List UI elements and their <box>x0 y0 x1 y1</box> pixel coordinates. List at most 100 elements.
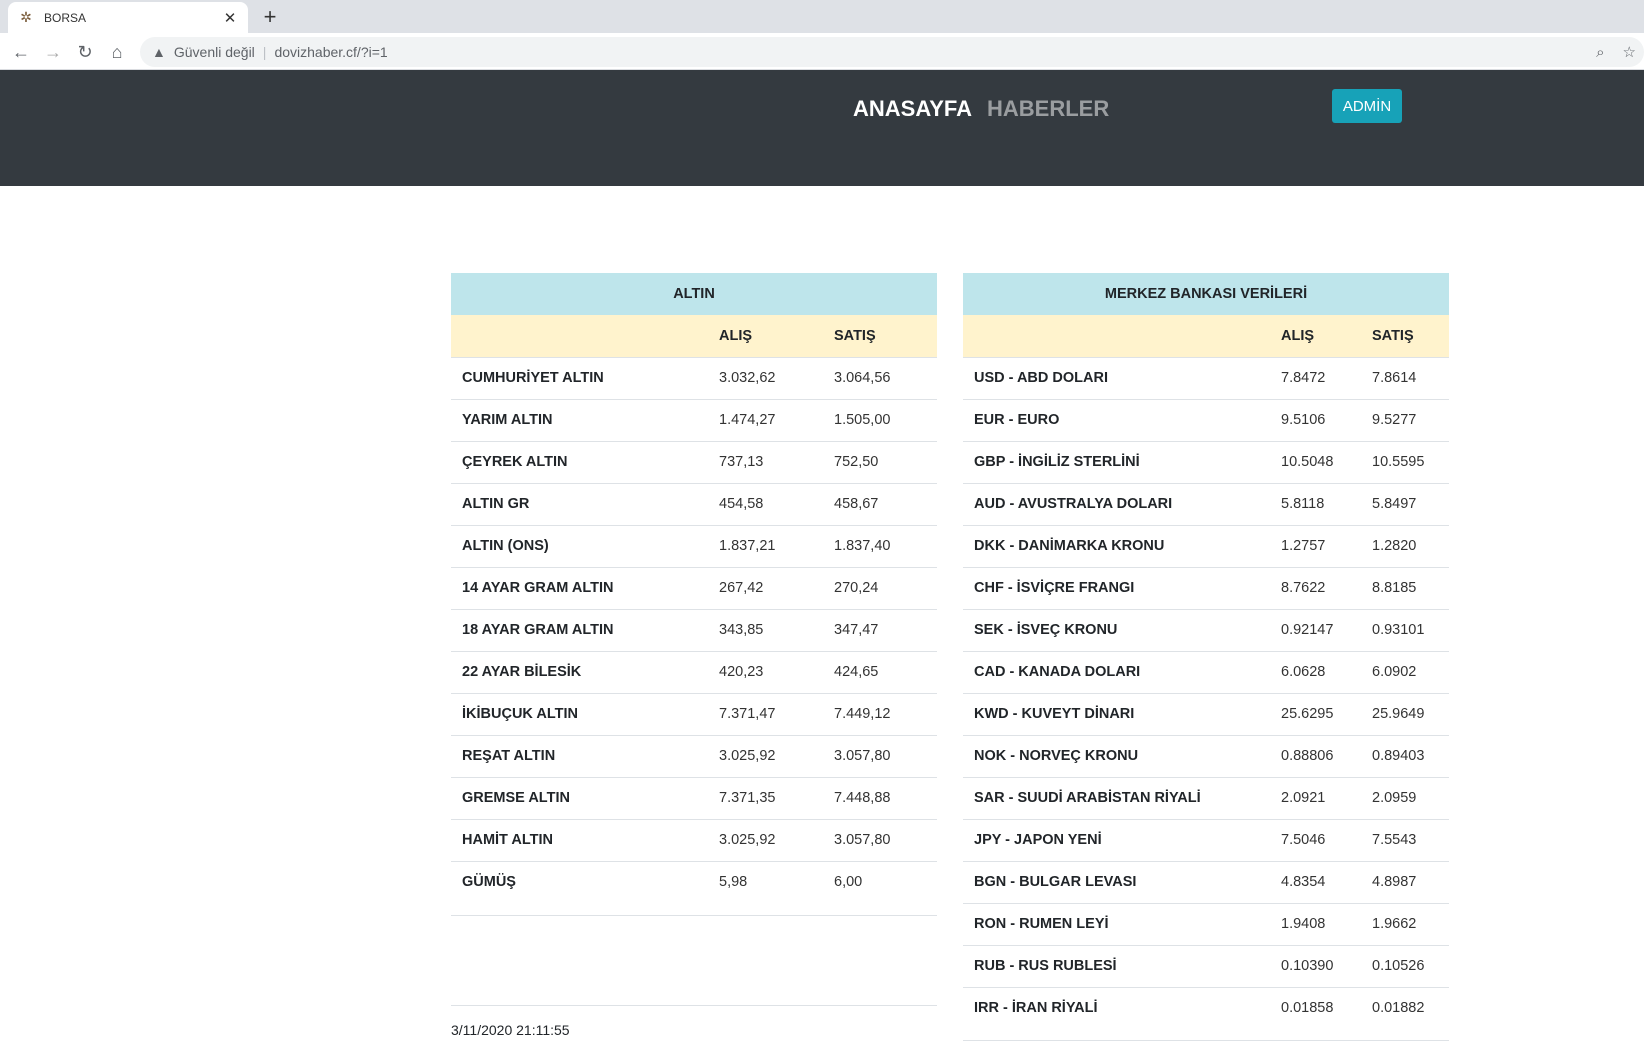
gold-sell-header: SATIŞ <box>823 315 937 357</box>
currency-sell: 10.5595 <box>1361 440 1449 483</box>
gold-sell: 270,24 <box>823 566 937 609</box>
currency-name: IRR - İRAN RİYALİ <box>963 986 1270 1029</box>
currency-sell: 0.93101 <box>1361 608 1449 651</box>
url-text[interactable]: dovizhaber.cf/?i=1 <box>274 44 387 60</box>
currency-name: RUB - RUS RUBLESİ <box>963 944 1270 987</box>
table-row: ÇEYREK ALTIN 737,13 752,50 <box>451 440 937 483</box>
table-row: RON - RUMEN LEYİ 1.9408 1.9662 <box>963 902 1449 945</box>
admin-button[interactable]: ADMİN <box>1332 89 1402 123</box>
table-row: SEK - İSVEÇ KRONU 0.92147 0.93101 <box>963 608 1449 651</box>
currency-buy: 0.10390 <box>1270 944 1361 987</box>
new-tab-button[interactable]: + <box>256 4 284 30</box>
address-bar[interactable]: ▲ Güvenli değil | dovizhaber.cf/?i=1 ⌕ ☆ <box>140 37 1644 67</box>
gold-sell: 7.449,12 <box>823 692 937 735</box>
warning-icon[interactable]: ▲ <box>152 44 166 60</box>
gold-sell: 1.505,00 <box>823 398 937 441</box>
gold-sell: 3.064,56 <box>823 356 937 399</box>
currency-name-header <box>963 315 1270 357</box>
table-row: JPY - JAPON YENİ 7.5046 7.5543 <box>963 818 1449 861</box>
central-bank-panel: MERKEZ BANKASI VERİLERİ ALIŞ SATIŞ USD -… <box>963 273 1449 1029</box>
currency-name: BGN - BULGAR LEVASI <box>963 860 1270 903</box>
browser-tab-strip: ✲ BORSA ✕ + <box>0 0 1644 33</box>
currency-name: AUD - AVUSTRALYA DOLARI <box>963 482 1270 525</box>
currency-sell-header: SATIŞ <box>1361 315 1449 357</box>
gold-name: ALTIN GR <box>451 482 708 525</box>
currency-sell: 8.8185 <box>1361 566 1449 609</box>
table-row: CUMHURİYET ALTIN 3.032,62 3.064,56 <box>451 356 937 399</box>
gold-name: GÜMÜŞ <box>451 860 708 903</box>
nav-news-link[interactable]: HABERLER <box>987 96 1109 122</box>
table-row: GBP - İNGİLİZ STERLİNİ 10.5048 10.5595 <box>963 440 1449 483</box>
currency-buy: 2.0921 <box>1270 776 1361 819</box>
nav-links: ANASAYFA HABERLER <box>853 96 1109 122</box>
browser-tab[interactable]: ✲ BORSA ✕ <box>8 2 248 33</box>
currency-buy: 8.7622 <box>1270 566 1361 609</box>
table-row: GÜMÜŞ 5,98 6,00 <box>451 860 937 903</box>
close-icon[interactable]: ✕ <box>222 9 238 27</box>
update-timestamp: 3/11/2020 21:11:55 <box>451 1022 570 1038</box>
table-row: USD - ABD DOLARI 7.8472 7.8614 <box>963 356 1449 399</box>
currency-sell: 1.2820 <box>1361 524 1449 567</box>
gold-sell: 424,65 <box>823 650 937 693</box>
gold-buy-header: ALIŞ <box>708 315 823 357</box>
central-bank-table: MERKEZ BANKASI VERİLERİ ALIŞ SATIŞ USD -… <box>963 273 1449 1029</box>
nav-home-link[interactable]: ANASAYFA <box>853 96 972 122</box>
gold-buy: 343,85 <box>708 608 823 651</box>
table-row: ALTIN (ONS) 1.837,21 1.837,40 <box>451 524 937 567</box>
currency-sell: 6.0902 <box>1361 650 1449 693</box>
currency-name: NOK - NORVEÇ KRONU <box>963 734 1270 777</box>
gold-buy: 5,98 <box>708 860 823 903</box>
currency-buy: 0.88806 <box>1270 734 1361 777</box>
currency-sell: 7.5543 <box>1361 818 1449 861</box>
table-row: HAMİT ALTIN 3.025,92 3.057,80 <box>451 818 937 861</box>
currency-sell: 1.9662 <box>1361 902 1449 945</box>
gold-name: 14 AYAR GRAM ALTIN <box>451 566 708 609</box>
currency-buy: 1.9408 <box>1270 902 1361 945</box>
gold-buy: 454,58 <box>708 482 823 525</box>
table-row: EUR - EURO 9.5106 9.5277 <box>963 398 1449 441</box>
back-icon[interactable]: ← <box>8 39 34 65</box>
table-row: İKİBUÇUK ALTIN 7.371,47 7.449,12 <box>451 692 937 735</box>
gold-sell: 347,47 <box>823 608 937 651</box>
gold-header-row: ALIŞ SATIŞ <box>451 315 937 357</box>
central-bank-header-row: ALIŞ SATIŞ <box>963 315 1449 357</box>
table-row: 22 AYAR BİLESİK 420,23 424,65 <box>451 650 937 693</box>
site-favicon-icon: ✲ <box>20 9 32 25</box>
currency-buy: 9.5106 <box>1270 398 1361 441</box>
currency-sell: 5.8497 <box>1361 482 1449 525</box>
gold-buy: 3.025,92 <box>708 818 823 861</box>
home-icon[interactable]: ⌂ <box>104 39 130 65</box>
table-row: 18 AYAR GRAM ALTIN 343,85 347,47 <box>451 608 937 651</box>
currency-sell: 0.89403 <box>1361 734 1449 777</box>
table-row: REŞAT ALTIN 3.025,92 3.057,80 <box>451 734 937 777</box>
gold-sell: 3.057,80 <box>823 734 937 777</box>
gold-sell: 7.448,88 <box>823 776 937 819</box>
currency-buy: 0.01858 <box>1270 986 1361 1029</box>
table-row: RUB - RUS RUBLESİ 0.10390 0.10526 <box>963 944 1449 987</box>
currency-buy: 6.0628 <box>1270 650 1361 693</box>
gold-name: HAMİT ALTIN <box>451 818 708 861</box>
zoom-icon[interactable]: ⌕ <box>1596 44 1604 61</box>
gold-buy: 7.371,47 <box>708 692 823 735</box>
security-label[interactable]: Güvenli değil <box>174 44 255 60</box>
forward-icon[interactable]: → <box>40 39 66 65</box>
gold-name: GREMSE ALTIN <box>451 776 708 819</box>
currency-buy: 0.92147 <box>1270 608 1361 651</box>
gold-name: İKİBUÇUK ALTIN <box>451 692 708 735</box>
gold-buy: 3.025,92 <box>708 734 823 777</box>
currency-buy: 4.8354 <box>1270 860 1361 903</box>
table-row: KWD - KUVEYT DİNARI 25.6295 25.9649 <box>963 692 1449 735</box>
table-row: NOK - NORVEÇ KRONU 0.88806 0.89403 <box>963 734 1449 777</box>
currency-name: EUR - EURO <box>963 398 1270 441</box>
currency-buy: 1.2757 <box>1270 524 1361 567</box>
currency-sell: 7.8614 <box>1361 356 1449 399</box>
reload-icon[interactable]: ↻ <box>72 39 98 65</box>
bookmark-star-icon[interactable]: ☆ <box>1623 43 1636 61</box>
currency-buy-header: ALIŞ <box>1270 315 1361 357</box>
browser-toolbar: ← → ↻ ⌂ ▲ Güvenli değil | dovizhaber.cf/… <box>0 33 1644 70</box>
table-row: CHF - İSVİÇRE FRANGI 8.7622 8.8185 <box>963 566 1449 609</box>
currency-buy: 25.6295 <box>1270 692 1361 735</box>
separator: | <box>262 44 267 60</box>
gold-sell: 3.057,80 <box>823 818 937 861</box>
gold-name: 18 AYAR GRAM ALTIN <box>451 608 708 651</box>
